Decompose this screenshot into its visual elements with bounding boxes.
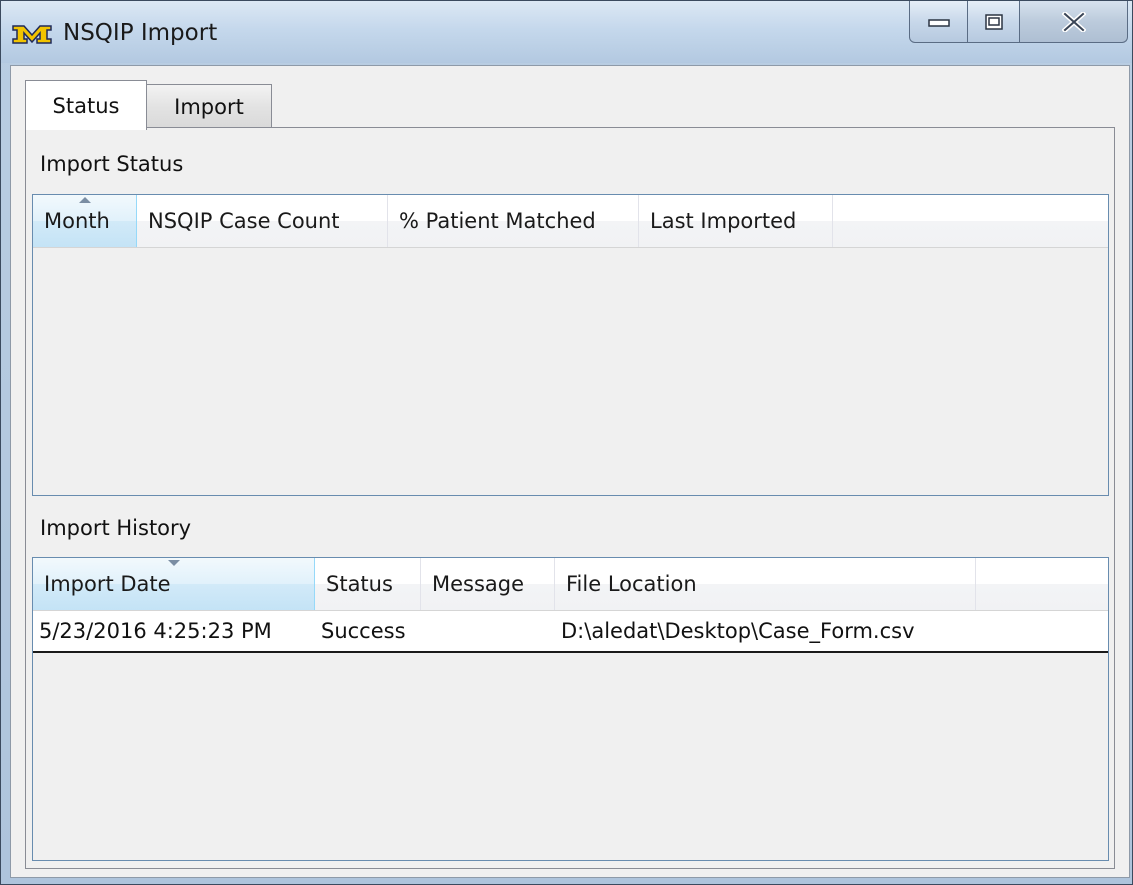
maximize-icon bbox=[984, 13, 1003, 30]
import-status-label: Import Status bbox=[40, 152, 184, 176]
column-label: File Location bbox=[566, 572, 697, 596]
close-icon bbox=[1061, 11, 1086, 32]
minimize-icon bbox=[927, 18, 950, 27]
column-header-last-imported[interactable]: Last Imported bbox=[639, 195, 833, 247]
main-window: NSQIP Import Status Import Import Status… bbox=[0, 0, 1133, 885]
cell-file-location: D:\aledat\Desktop\Case_Form.csv bbox=[561, 619, 915, 643]
import-history-grid[interactable]: Import Date Status Message File Location bbox=[32, 557, 1109, 861]
sort-ascending-icon bbox=[78, 197, 91, 203]
cell-message bbox=[421, 611, 555, 651]
column-header-nsqip-case-count[interactable]: NSQIP Case Count bbox=[137, 195, 388, 247]
column-header-file-location[interactable]: File Location bbox=[555, 558, 976, 610]
status-tab-content: Import Status Month NSQIP Case Count % P… bbox=[26, 128, 1114, 868]
cell-status: Success bbox=[321, 619, 406, 643]
window-controls bbox=[909, 1, 1128, 43]
m-logo-icon bbox=[10, 21, 54, 47]
tab-import[interactable]: Import bbox=[146, 84, 272, 129]
column-header-filler bbox=[976, 558, 1108, 610]
import-history-label: Import History bbox=[40, 516, 192, 540]
column-label: Message bbox=[432, 572, 525, 596]
column-label: Import Date bbox=[44, 572, 171, 596]
sort-descending-icon bbox=[167, 560, 180, 566]
window-client-area: Status Import Import Status Month NSQIP … bbox=[10, 65, 1130, 878]
column-header-status[interactable]: Status bbox=[315, 558, 421, 610]
column-header-message[interactable]: Message bbox=[421, 558, 555, 610]
minimize-button[interactable] bbox=[909, 1, 968, 43]
tab-panel-status: Import Status Month NSQIP Case Count % P… bbox=[25, 127, 1115, 869]
close-button[interactable] bbox=[1020, 1, 1128, 43]
column-label: % Patient Matched bbox=[399, 209, 596, 233]
column-header-import-date[interactable]: Import Date bbox=[33, 558, 315, 610]
column-label: NSQIP Case Count bbox=[148, 209, 340, 233]
title-bar[interactable]: NSQIP Import bbox=[1, 1, 1132, 63]
tab-status[interactable]: Status bbox=[25, 80, 147, 130]
column-label: Status bbox=[326, 572, 393, 596]
table-row[interactable]: 5/23/2016 4:25:23 PM Success D:\aledat\D… bbox=[33, 611, 1108, 653]
maximize-button[interactable] bbox=[968, 1, 1020, 43]
import-status-grid-header: Month NSQIP Case Count % Patient Matched… bbox=[33, 195, 1108, 248]
window-title: NSQIP Import bbox=[63, 20, 218, 46]
column-label: Last Imported bbox=[650, 209, 797, 233]
column-header-patient-matched[interactable]: % Patient Matched bbox=[388, 195, 639, 247]
cell-import-date: 5/23/2016 4:25:23 PM bbox=[39, 619, 272, 643]
column-header-filler bbox=[833, 195, 1108, 247]
column-header-month[interactable]: Month bbox=[33, 195, 137, 247]
import-history-grid-header: Import Date Status Message File Location bbox=[33, 558, 1108, 611]
import-status-grid[interactable]: Month NSQIP Case Count % Patient Matched… bbox=[32, 194, 1109, 496]
column-label: Month bbox=[44, 209, 110, 233]
